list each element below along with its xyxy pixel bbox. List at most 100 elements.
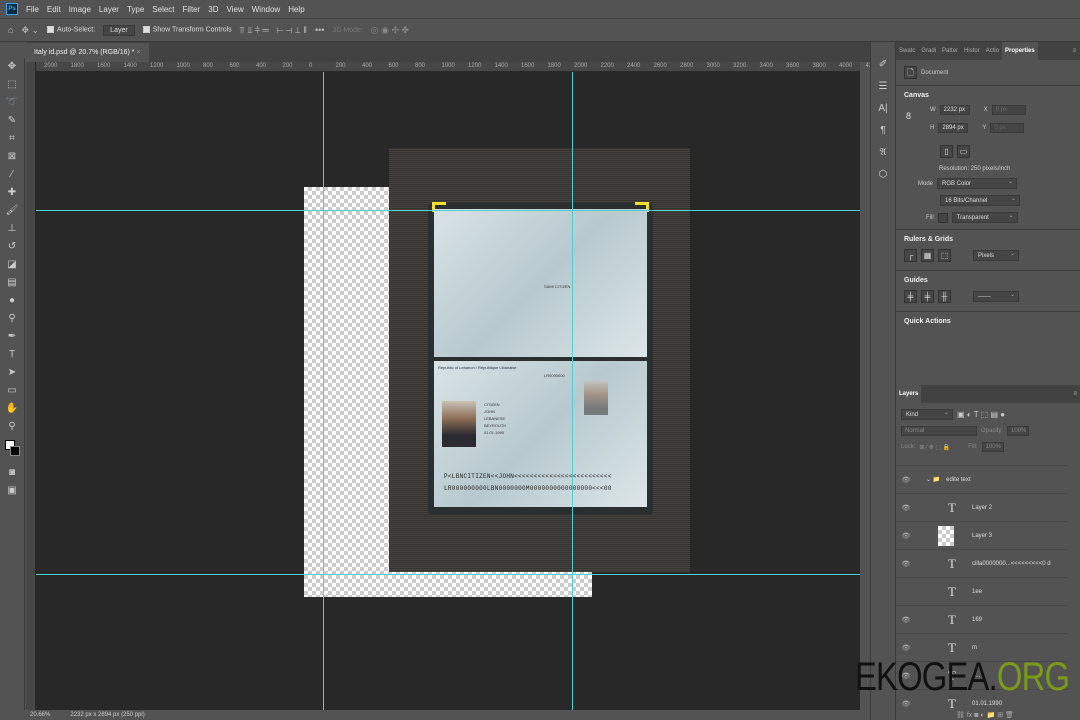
height-field[interactable]: 2894 px [938, 123, 969, 133]
move-tool-icon[interactable]: ✥ [2, 58, 22, 76]
auto-select-checkbox[interactable]: Auto-Select: [47, 26, 95, 34]
mode-dropdown[interactable]: RGB Color [937, 177, 1018, 189]
layer-filter-icons[interactable]: ▣ ◐ T ⬚ ▤ ● [957, 410, 1005, 419]
opacity-field[interactable]: 100% [1007, 426, 1030, 436]
tab-gradients[interactable]: Gradi [918, 48, 939, 54]
menu-view[interactable]: View [227, 5, 244, 14]
visibility-eye-icon[interactable]: 👁 [896, 700, 916, 708]
menu-image[interactable]: Image [69, 5, 91, 14]
crop-tool-icon[interactable]: ⌗ [2, 130, 22, 148]
zoom-tool-icon[interactable]: ⚲ [2, 418, 22, 436]
hand-tool-icon[interactable]: ✋ [2, 400, 22, 418]
bit-depth-dropdown[interactable]: 16 Bits/Channel [940, 194, 1020, 206]
visibility-eye-icon[interactable]: 👁 [896, 532, 916, 540]
dodge-tool-icon[interactable]: ⚲ [2, 310, 22, 328]
healing-brush-icon[interactable]: ✚ [2, 184, 22, 202]
eraser-tool-icon[interactable]: ◪ [2, 256, 22, 274]
guides-header[interactable]: Guides [896, 277, 1080, 284]
paragraph-icon[interactable]: ¶ [873, 122, 893, 140]
clone-stamp-icon[interactable]: ⊥ [2, 220, 22, 238]
screen-mode-icon[interactable]: ▣ [2, 482, 22, 500]
menu-edit[interactable]: Edit [47, 5, 61, 14]
layers-footer-icons[interactable]: ⛓ fx ◙ ◐ 📁 ⊞ 🗑 [956, 711, 1014, 719]
tab-swatches[interactable]: Swatc [896, 48, 918, 54]
rectangle-tool-icon[interactable]: ▭ [2, 382, 22, 400]
document-tab[interactable]: Italy id.psd @ 20.7% (RGB/16) * × [26, 43, 149, 62]
pixel-grid-icon[interactable]: ⬚ [938, 249, 951, 262]
guide-horizontal[interactable] [36, 574, 860, 575]
home-icon[interactable]: ⌂ [8, 25, 13, 35]
y-field[interactable]: 0 px [990, 123, 1025, 133]
panel-menu-icon[interactable]: ≡ [1072, 48, 1080, 54]
rulers-grids-header[interactable]: Rulers & Grids [896, 236, 1080, 243]
menu-3d[interactable]: 3D [208, 5, 218, 14]
quick-select-tool-icon[interactable]: ✎ [2, 112, 22, 130]
menu-window[interactable]: Window [252, 5, 280, 14]
guide-style-dropdown[interactable]: ─── [973, 290, 1019, 302]
brush-tool-icon[interactable]: 🖌 [2, 202, 22, 220]
ruler-icon[interactable]: ┌ [904, 249, 917, 262]
gradient-tool-icon[interactable]: ▤ [2, 274, 22, 292]
type-tool-icon[interactable]: T [2, 346, 22, 364]
lasso-tool-icon[interactable]: ➰ [2, 94, 22, 112]
visibility-eye-icon[interactable]: 👁 [896, 616, 916, 624]
brush-settings-icon[interactable]: ✐ [873, 56, 893, 74]
tab-actions[interactable]: Actio [983, 48, 1002, 54]
layers-menu-icon[interactable]: ≡ [1073, 391, 1080, 397]
auto-select-target-dropdown[interactable]: Layer [103, 24, 135, 36]
guides-icon[interactable]: ╪ [904, 290, 917, 303]
glyphs-icon[interactable]: 𝔄 [873, 144, 893, 162]
align-icons[interactable]: ⫪ ⫫ ⫩ ═ ⊢ ⊣ ⊥ ‖ [240, 25, 307, 36]
guide-vertical[interactable] [572, 72, 573, 710]
quick-mask-icon[interactable]: ◙ [2, 464, 22, 482]
3d-icon[interactable]: ⬡ [873, 166, 893, 184]
move-tool-icon[interactable]: ✥ ⌄ [21, 25, 39, 36]
canvas-area[interactable]: SAMI CITIZEN Republic of Lebanon / Répub… [36, 72, 860, 710]
units-dropdown[interactable]: Pixels [973, 249, 1019, 261]
guides-new-icon[interactable]: ╫ [938, 290, 951, 303]
width-field[interactable]: 2232 px [939, 105, 970, 115]
menu-filter[interactable]: Filter [183, 5, 201, 14]
3d-tools-icons[interactable]: ◎ ◉ ✣ ✤ [371, 25, 409, 36]
fill-swatch[interactable] [937, 212, 948, 223]
show-transform-checkbox[interactable]: Show Transform Controls [142, 26, 232, 34]
layer-group[interactable]: 👁 ⌄ 📁 edite text [896, 465, 1068, 493]
portrait-orientation-button[interactable]: ▯ [940, 145, 953, 158]
visibility-eye-icon[interactable]: 👁 [896, 560, 916, 568]
tab-history[interactable]: Histor [961, 48, 983, 54]
visibility-eye-icon[interactable]: 👁 [896, 644, 916, 652]
canvas-section-header[interactable]: Canvas [896, 92, 1080, 99]
tab-patterns[interactable]: Patter [939, 48, 961, 54]
adjustments-icon[interactable]: ☰ [873, 78, 893, 96]
layer-row[interactable]: 👁 Layer 3 [896, 521, 1068, 549]
eyedropper-tool-icon[interactable]: ⁄ [2, 166, 22, 184]
more-options-button[interactable]: ••• [315, 25, 324, 35]
visibility-eye-icon[interactable]: 👁 [896, 504, 916, 512]
blend-mode-dropdown[interactable]: Normal [901, 426, 977, 436]
zoom-level[interactable]: 20.66% [30, 712, 50, 718]
tab-layers[interactable]: Layers [896, 385, 922, 403]
menu-select[interactable]: Select [152, 5, 174, 14]
fill-dropdown[interactable]: Transparent [951, 211, 1018, 223]
visibility-eye-icon[interactable]: 👁 [896, 476, 916, 484]
grid-icon[interactable]: ▦ [921, 249, 934, 262]
layer-row[interactable]: 👁 Tcilla0000000...<<<<<<<<<0 d [896, 549, 1068, 577]
quick-actions-header[interactable]: Quick Actions [896, 318, 1080, 325]
menu-help[interactable]: Help [288, 5, 304, 14]
layer-row[interactable]: 👁 T 169 [896, 605, 1068, 633]
color-swatches-icon[interactable] [2, 436, 22, 464]
history-brush-icon[interactable]: ↺ [2, 238, 22, 256]
layer-fill-field[interactable]: 100% [981, 442, 1004, 452]
x-field[interactable]: 0 px [991, 105, 1026, 115]
tab-properties[interactable]: Properties [1002, 42, 1038, 60]
guide-horizontal[interactable] [36, 210, 860, 211]
marquee-tool-icon[interactable]: ⬚ [2, 76, 22, 94]
close-tab-icon[interactable]: × [136, 49, 140, 56]
guide-vertical[interactable] [323, 72, 324, 710]
link-dimensions-icon[interactable]: 8 [906, 111, 911, 121]
menu-type[interactable]: Type [127, 5, 144, 14]
character-icon[interactable]: A| [873, 100, 893, 118]
filter-kind-dropdown[interactable]: Kind [901, 408, 953, 420]
menu-file[interactable]: File [26, 5, 39, 14]
menu-layer[interactable]: Layer [99, 5, 119, 14]
